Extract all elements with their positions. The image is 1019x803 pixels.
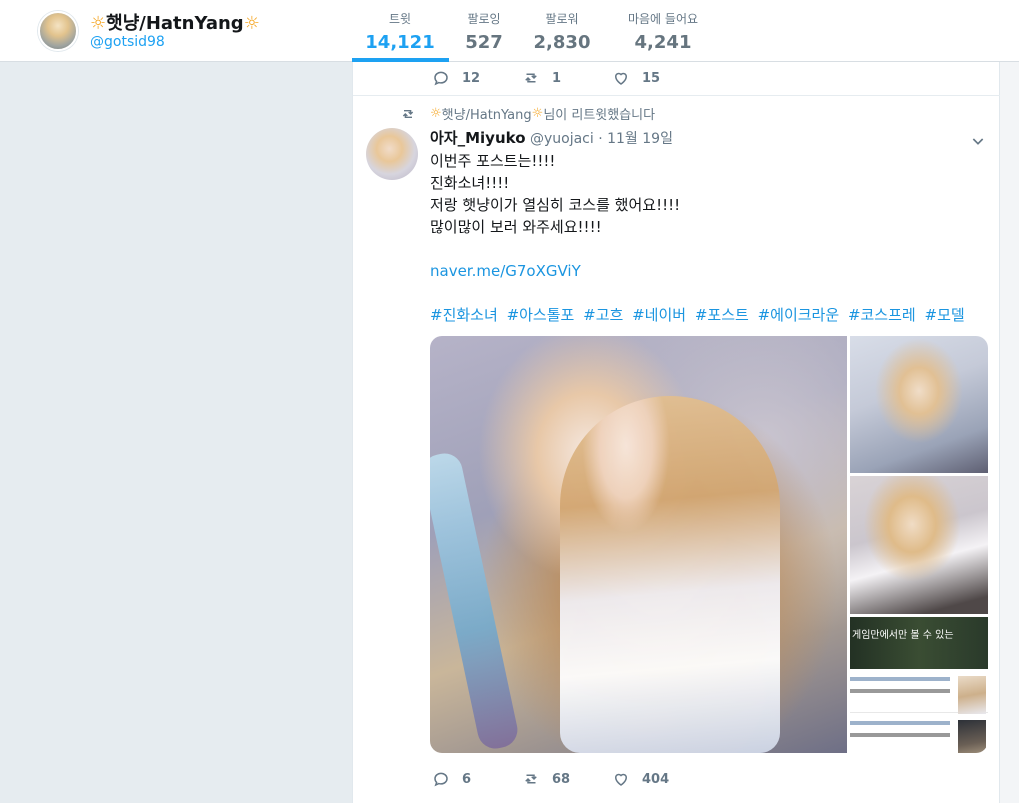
tweet-author-avatar[interactable] — [366, 128, 418, 180]
chevron-down-icon[interactable] — [970, 133, 986, 149]
like-count: 15 — [642, 70, 661, 86]
profile-avatar[interactable] — [38, 11, 78, 51]
tweet-author-name[interactable]: 아자_Miyuko — [430, 129, 526, 147]
tweet-hashtags: #진화소녀 #아스톨포 #고흐 #네이버 #포스트 #에이크라운 #코스프레 #… — [430, 304, 990, 326]
heart-icon — [614, 72, 628, 85]
hashtag-link[interactable]: #에이크라운 — [758, 306, 840, 324]
retweet-icon — [525, 73, 537, 83]
tweet-author-handle[interactable]: @yuojaci — [530, 131, 594, 147]
tweet-text-line: 진화소녀!!!! — [430, 174, 510, 192]
hashtag-link[interactable]: #모델 — [925, 306, 965, 324]
stat-label: 팔로워 — [545, 12, 579, 26]
retweet-count: 68 — [552, 771, 571, 787]
stat-label: 팔로잉 — [467, 12, 501, 26]
retweet-icon — [402, 109, 414, 118]
hashtag-link[interactable]: #포스트 — [695, 306, 749, 324]
photo-figure — [560, 396, 780, 753]
retweet-count: 1 — [552, 70, 562, 86]
tweet-header: 아자_Miyuko @yuojaci · 11월 19일 — [430, 127, 673, 148]
stat-followers[interactable]: 팔로워 2,830 — [524, 10, 600, 53]
retweet-button[interactable]: 68 — [522, 770, 612, 788]
stat-value: 4,241 — [634, 32, 692, 53]
tweet-photo-2[interactable] — [850, 336, 988, 473]
tweet-divider — [353, 95, 1000, 96]
sun-icon: ☼ — [531, 106, 544, 121]
tweet-text: 이번주 포스트는!!!! 진화소녀!!!! 저랑 햇냥이가 열심히 코스를 했어… — [430, 150, 990, 326]
tweet-date[interactable]: · 11월 19일 — [598, 131, 673, 147]
tweet-photo-3[interactable] — [850, 476, 988, 614]
profile-header-bar: ☼햇냥/HatnYang☼ @gotsid98 트윗 14,121 팔로잉 52… — [0, 0, 1019, 62]
reply-icon — [434, 71, 448, 86]
stat-value: 2,830 — [533, 32, 591, 53]
photo-banner-text: 게임만에서만 볼 수 있는 — [852, 630, 954, 641]
reply-count: 6 — [462, 771, 472, 787]
hashtag-link[interactable]: #코스프레 — [848, 306, 916, 324]
sun-icon: ☼ — [90, 13, 107, 34]
stat-likes[interactable]: 마음에 들어요 4,241 — [614, 10, 712, 53]
stat-value: 527 — [465, 32, 503, 53]
like-count: 404 — [642, 771, 670, 787]
stat-following[interactable]: 팔로잉 527 — [446, 10, 522, 53]
photo-list-thumb — [958, 676, 986, 714]
photo-list-row — [850, 717, 988, 753]
retweet-context[interactable]: ☼ 햇냥/HatnYang ☼ 님이 리트윗했습니다 — [400, 104, 655, 123]
sun-icon: ☼ — [430, 106, 442, 121]
photo-list-thumb — [958, 720, 986, 753]
stat-value: 14,121 — [365, 32, 435, 53]
retweet-icon — [525, 774, 537, 784]
retweet-suffix: 님이 리트윗했습니다 — [543, 108, 656, 123]
like-button[interactable]: 404 — [612, 770, 702, 788]
reply-button[interactable]: 6 — [432, 770, 522, 788]
tweet-text-line: 이번주 포스트는!!!! — [430, 152, 556, 170]
stat-tweets[interactable]: 트윗 14,121 — [362, 10, 438, 53]
stat-label: 마음에 들어요 — [627, 12, 699, 26]
reply-icon — [434, 772, 448, 787]
tweet-photo-grid: 게임만에서만 볼 수 있는 — [430, 336, 988, 753]
photo-staff — [430, 450, 521, 752]
profile-name-text: 햇냥/HatnYang — [106, 13, 244, 34]
reply-count: 12 — [462, 70, 481, 86]
hashtag-link[interactable]: #아스톨포 — [507, 306, 575, 324]
hashtag-link[interactable]: #진화소녀 — [430, 306, 498, 324]
tweet-actions: 6 68 404 — [432, 769, 702, 789]
tweet-text-line: 많이많이 보러 와주세요!!!! — [430, 218, 602, 236]
photo-banner: 게임만에서만 볼 수 있는 — [850, 617, 988, 669]
reply-button[interactable]: 12 — [432, 69, 522, 87]
photo-list-row — [850, 673, 988, 714]
retweeter-name: 햇냥/HatnYang — [441, 108, 532, 123]
tweet-text-line: 저랑 햇냥이가 열심히 코스를 했어요!!!! — [430, 196, 681, 214]
like-button[interactable]: 15 — [612, 69, 702, 87]
tweet-photo-4[interactable]: 게임만에서만 볼 수 있는 — [850, 617, 988, 753]
prev-tweet-actions: 12 1 15 — [432, 68, 702, 88]
retweet-button[interactable]: 1 — [522, 69, 612, 87]
hashtag-link[interactable]: #고흐 — [583, 306, 623, 324]
profile-handle[interactable]: @gotsid98 — [90, 34, 165, 50]
stat-label: 트윗 — [388, 12, 412, 26]
heart-icon — [614, 773, 628, 786]
scrollbar[interactable] — [1000, 62, 1019, 803]
sun-icon: ☼ — [243, 13, 260, 34]
profile-name[interactable]: ☼햇냥/HatnYang☼ — [90, 9, 260, 35]
tweet-link[interactable]: naver.me/G7oXGViY — [430, 260, 990, 282]
tweet-photo-main[interactable] — [430, 336, 847, 753]
hashtag-link[interactable]: #네이버 — [632, 306, 686, 324]
